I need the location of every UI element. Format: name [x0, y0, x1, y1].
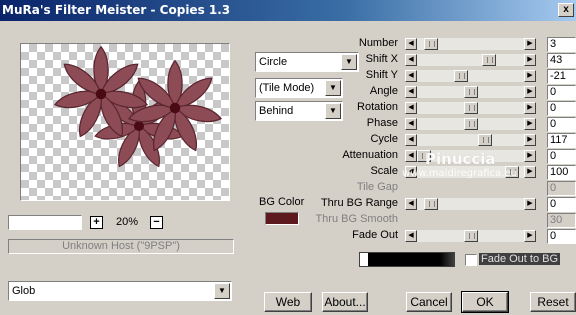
- thru-bg-smooth-label: Thru BG Smooth: [315, 213, 398, 225]
- arrow-left-icon[interactable]: ◀: [405, 86, 417, 98]
- tile-gap-label: Tile Gap: [356, 181, 398, 193]
- arrow-right-icon[interactable]: ▶: [524, 38, 536, 50]
- fade-out-label: Fade Out: [352, 229, 398, 241]
- arrow-left-icon[interactable]: ◀: [405, 70, 417, 82]
- shift-x-label: Shift X: [365, 53, 398, 65]
- phase-value-field[interactable]: 0: [547, 117, 576, 132]
- phase-label: Phase: [366, 117, 398, 129]
- arrow-right-icon[interactable]: ▶: [524, 198, 536, 210]
- rotation-value-field[interactable]: 0: [547, 101, 576, 116]
- arrow-right-icon[interactable]: ▶: [524, 118, 536, 130]
- preset-select-value: Glob: [12, 285, 36, 297]
- arrow-left-icon[interactable]: ◀: [405, 118, 417, 130]
- preview-pane[interactable]: [20, 43, 230, 201]
- slider-thumb[interactable]: [478, 134, 493, 146]
- zoom-level: 20%: [116, 216, 139, 228]
- scale-value-field[interactable]: 100: [547, 165, 576, 180]
- close-button[interactable]: x: [558, 3, 574, 17]
- arrow-left-icon[interactable]: ◀: [405, 102, 417, 114]
- cycle-slider[interactable]: ◀ ▶: [405, 134, 536, 146]
- arrow-left-icon[interactable]: ◀: [405, 38, 417, 50]
- arrow-right-icon[interactable]: ▶: [524, 86, 536, 98]
- reset-button[interactable]: Reset: [530, 292, 576, 312]
- slider-thumb[interactable]: [463, 118, 478, 130]
- slider-thumb[interactable]: [424, 38, 439, 50]
- fade-out-to-bg-label: Fade Out to BG: [479, 253, 561, 265]
- arrow-right-icon[interactable]: ▶: [524, 70, 536, 82]
- flower-preview-image: [52, 46, 224, 171]
- number-slider[interactable]: ◀ ▶: [405, 38, 536, 50]
- web-button[interactable]: Web: [264, 292, 312, 312]
- thru-bg-range-label: Thru BG Range: [320, 197, 398, 209]
- arrow-right-icon[interactable]: ▶: [524, 134, 536, 146]
- slider-thumb[interactable]: [463, 86, 478, 98]
- arrow-right-icon[interactable]: ▶: [524, 166, 536, 178]
- slider-thumb[interactable]: [463, 230, 478, 242]
- fade-out-slider[interactable]: ◀ ▶: [405, 230, 536, 242]
- thru-bg-range-slider[interactable]: ◀ ▶: [405, 198, 536, 210]
- watermark-name: Pinuccia: [425, 150, 496, 168]
- shift-y-slider[interactable]: ◀ ▶: [405, 70, 536, 82]
- number-label: Number: [358, 37, 398, 49]
- angle-label: Angle: [369, 85, 398, 97]
- rotation-label: Rotation: [357, 101, 398, 113]
- arrow-left-icon[interactable]: ◀: [405, 134, 417, 146]
- shift-y-label: Shift Y: [365, 69, 398, 81]
- preset-select[interactable]: Glob ▼: [8, 281, 232, 301]
- shift-y-value-field[interactable]: -21: [547, 69, 576, 84]
- thru-bg-range-value-field[interactable]: 0: [547, 197, 576, 212]
- fade-out-value-field[interactable]: 0: [547, 229, 576, 244]
- rotation-slider[interactable]: ◀ ▶: [405, 102, 536, 114]
- shift-x-value-field[interactable]: 43: [547, 53, 576, 68]
- cancel-button[interactable]: Cancel: [406, 292, 452, 312]
- arrow-left-icon[interactable]: ◀: [405, 198, 417, 210]
- angle-slider[interactable]: ◀ ▶: [405, 86, 536, 98]
- arrow-right-icon[interactable]: ▶: [524, 54, 536, 66]
- zoom-field[interactable]: [8, 215, 82, 230]
- cycle-value-field[interactable]: 117: [547, 133, 576, 148]
- watermark-url: www.maidiregrafica.eu: [402, 168, 517, 179]
- fade-out-to-bg-checkbox[interactable]: [465, 254, 477, 266]
- title-bar: MuRa's Filter Meister - Copies 1.3 x: [0, 0, 576, 21]
- arrow-right-icon[interactable]: ▶: [524, 230, 536, 242]
- arrow-right-icon[interactable]: ▶: [524, 102, 536, 114]
- number-value-field[interactable]: 3: [547, 37, 576, 52]
- cycle-label: Cycle: [370, 133, 398, 145]
- arrow-left-icon[interactable]: ◀: [405, 54, 417, 66]
- scale-label: Scale: [370, 165, 398, 177]
- attenuation-label: Attenuation: [342, 149, 398, 161]
- window-title: MuRa's Filter Meister - Copies 1.3: [2, 3, 231, 17]
- angle-value-field[interactable]: 0: [547, 85, 576, 100]
- host-status: Unknown Host ("9PSP"): [8, 239, 234, 254]
- zoom-in-button[interactable]: +: [90, 216, 103, 229]
- arrow-left-icon[interactable]: ◀: [405, 230, 417, 242]
- slider-thumb[interactable]: [454, 70, 469, 82]
- arrow-left-icon[interactable]: ◀: [405, 150, 417, 162]
- zoom-out-button[interactable]: −: [150, 216, 163, 229]
- ok-button[interactable]: OK: [461, 291, 509, 313]
- fade-gradient-bar[interactable]: [359, 252, 455, 267]
- tile-gap-value-field: 0: [547, 181, 576, 196]
- shift-x-slider[interactable]: ◀ ▶: [405, 54, 536, 66]
- arrow-right-icon[interactable]: ▶: [524, 150, 536, 162]
- slider-thumb[interactable]: [463, 102, 478, 114]
- about-button[interactable]: About...: [322, 292, 368, 312]
- slider-thumb[interactable]: [424, 198, 439, 210]
- slider-thumb[interactable]: [482, 54, 497, 66]
- chevron-down-icon[interactable]: ▼: [214, 283, 230, 299]
- attenuation-value-field[interactable]: 0: [547, 149, 576, 164]
- phase-slider[interactable]: ◀ ▶: [405, 118, 536, 130]
- thru-bg-smooth-value-field: 30: [547, 213, 576, 228]
